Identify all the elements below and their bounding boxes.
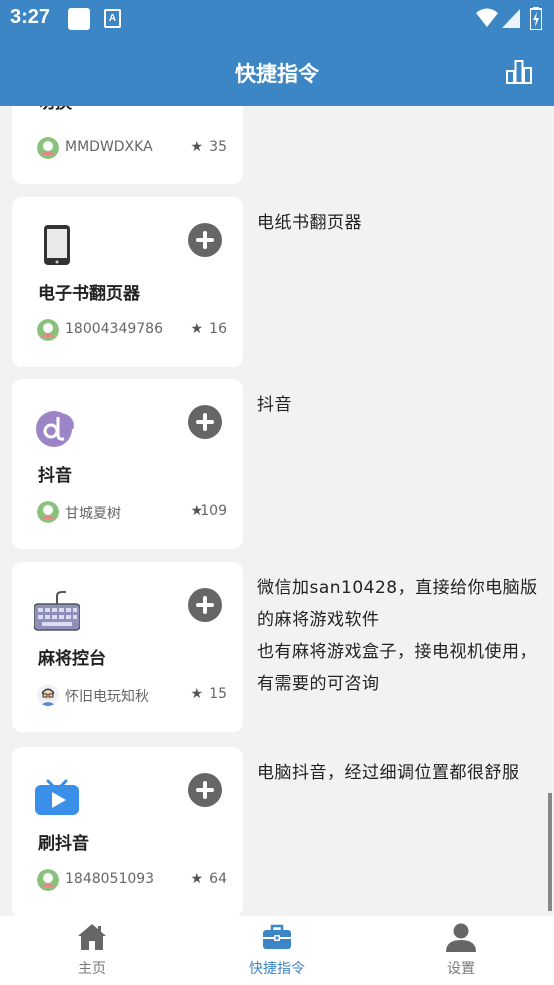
nav-item-settings[interactable]: 设置 xyxy=(369,916,553,985)
app-bar: 快捷指令 xyxy=(0,38,554,106)
person-icon xyxy=(446,923,476,952)
shortcut-description: 微信加san10428，直接给你电脑版的麻将游戏软件 也有麻将游戏盒子，接电视机… xyxy=(257,578,538,694)
author-row: 甘城夏树 ★ 109 xyxy=(37,501,227,523)
author-name: 18004349786 xyxy=(65,321,163,337)
notification-square-icon xyxy=(68,8,90,30)
star-icon: ★ xyxy=(190,321,203,337)
toolbox-icon xyxy=(263,924,291,949)
star-icon: ★ xyxy=(190,139,203,155)
wifi-icon xyxy=(476,8,498,27)
nav-label: 设置 xyxy=(447,961,475,977)
star-count: 15 xyxy=(209,686,227,702)
shortcut-list[interactable]: 切换 MMDWDXKA ★ 35 电子书翻页器 18004349786 ★ 16… xyxy=(0,106,554,916)
bottom-nav: 主页 快捷指令 设置 xyxy=(0,916,554,985)
add-button[interactable] xyxy=(188,773,222,807)
status-bar: 3:27 A xyxy=(0,0,554,38)
author-row: 1848051093 ★ 64 xyxy=(37,869,227,891)
phone-icon xyxy=(44,225,70,265)
nav-item-shortcuts[interactable]: 快捷指令 xyxy=(185,916,369,985)
signal-icon xyxy=(502,9,520,28)
star-icon: ★ xyxy=(190,686,203,702)
author-name: 甘城夏树 xyxy=(65,506,121,522)
status-time: 3:27 xyxy=(10,6,51,28)
author-row: 18004349786 ★ 16 xyxy=(37,319,227,341)
tv-play-icon xyxy=(35,779,79,815)
author-name: MMDWDXKA xyxy=(65,139,153,155)
avatar xyxy=(37,137,59,159)
author-name: 怀旧电玩知秋 xyxy=(65,689,149,705)
nav-label: 主页 xyxy=(78,961,106,977)
shortcut-card[interactable]: 切换 MMDWDXKA ★ 35 xyxy=(12,106,243,184)
shortcut-description: 电脑抖音，经过细调位置都很舒服 xyxy=(257,763,520,783)
shortcut-card[interactable]: 抖音 甘城夏树 ★ 109 xyxy=(12,379,243,549)
star-count: 109 xyxy=(200,503,227,519)
shortcut-description: 抖音 xyxy=(257,395,292,415)
star-count: 16 xyxy=(209,321,227,337)
add-button[interactable] xyxy=(188,405,222,439)
nav-item-home[interactable]: 主页 xyxy=(0,916,184,985)
avatar xyxy=(37,869,59,891)
home-icon xyxy=(78,924,106,950)
music-disc-icon xyxy=(36,411,74,447)
avatar xyxy=(37,319,59,341)
shortcut-name: 切换 xyxy=(38,106,72,113)
shortcut-card[interactable]: 刷抖音 1848051093 ★ 64 xyxy=(12,747,243,916)
star-count: 64 xyxy=(209,871,227,887)
author-row: 怀旧电玩知秋 ★ 15 xyxy=(37,684,227,706)
add-button[interactable] xyxy=(188,588,222,622)
avatar xyxy=(37,684,59,706)
shortcut-card[interactable]: 电子书翻页器 18004349786 ★ 16 xyxy=(12,197,243,367)
battery-charging-icon xyxy=(530,7,542,30)
author-name: 1848051093 xyxy=(65,871,155,887)
star-icon: ★ xyxy=(190,871,203,887)
star-count: 35 xyxy=(209,139,227,155)
add-button[interactable] xyxy=(188,223,222,257)
scrollbar[interactable] xyxy=(548,793,552,911)
author-row: MMDWDXKA ★ 35 xyxy=(37,137,227,159)
shortcut-name: 刷抖音 xyxy=(38,834,89,854)
nav-label: 快捷指令 xyxy=(249,961,305,977)
shortcut-card[interactable]: 麻将控台 怀旧电玩知秋 ★ 15 xyxy=(12,562,243,732)
shortcut-description: 电纸书翻页器 xyxy=(257,213,362,233)
bar-chart-icon[interactable] xyxy=(505,57,533,85)
notification-a-icon: A xyxy=(104,9,121,28)
shortcut-name: 抖音 xyxy=(38,466,72,486)
avatar xyxy=(37,501,59,523)
keyboard-icon xyxy=(34,591,80,631)
page-title: 快捷指令 xyxy=(235,62,319,86)
shortcut-name: 麻将控台 xyxy=(38,649,106,669)
shortcut-name: 电子书翻页器 xyxy=(38,284,140,304)
